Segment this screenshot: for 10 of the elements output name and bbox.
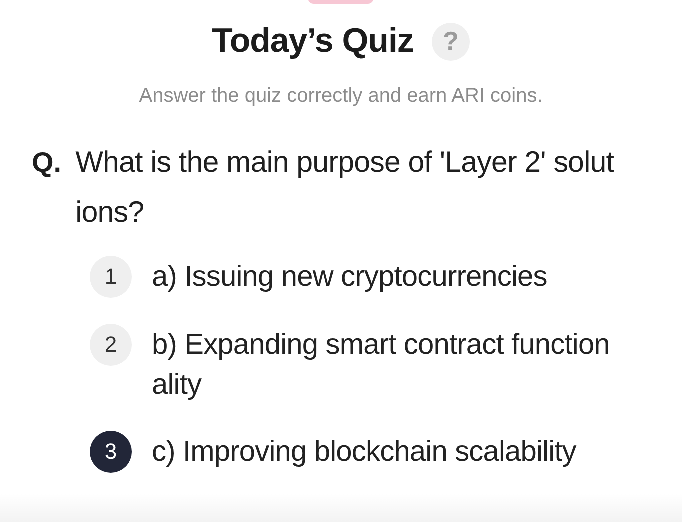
option-text[interactable]: c) Improving blockchain scalability [152, 431, 612, 472]
option-text[interactable]: b) Expanding smart contract functionality [152, 324, 612, 405]
option-number-button[interactable]: 3 [90, 431, 132, 473]
option-number-button[interactable]: 2 [90, 324, 132, 366]
quiz-title: Today’s Quiz [212, 22, 414, 61]
question-text: What is the main purpose of 'Layer 2' solutions? [76, 145, 616, 231]
option-text[interactable]: a) Issuing new cryptocurrencies [152, 256, 612, 297]
question-prefix: Q. [32, 146, 62, 180]
option-number-button[interactable]: 1 [90, 256, 132, 298]
quiz-subtitle: Answer the quiz correctly and earn ARI coins. [138, 85, 544, 108]
